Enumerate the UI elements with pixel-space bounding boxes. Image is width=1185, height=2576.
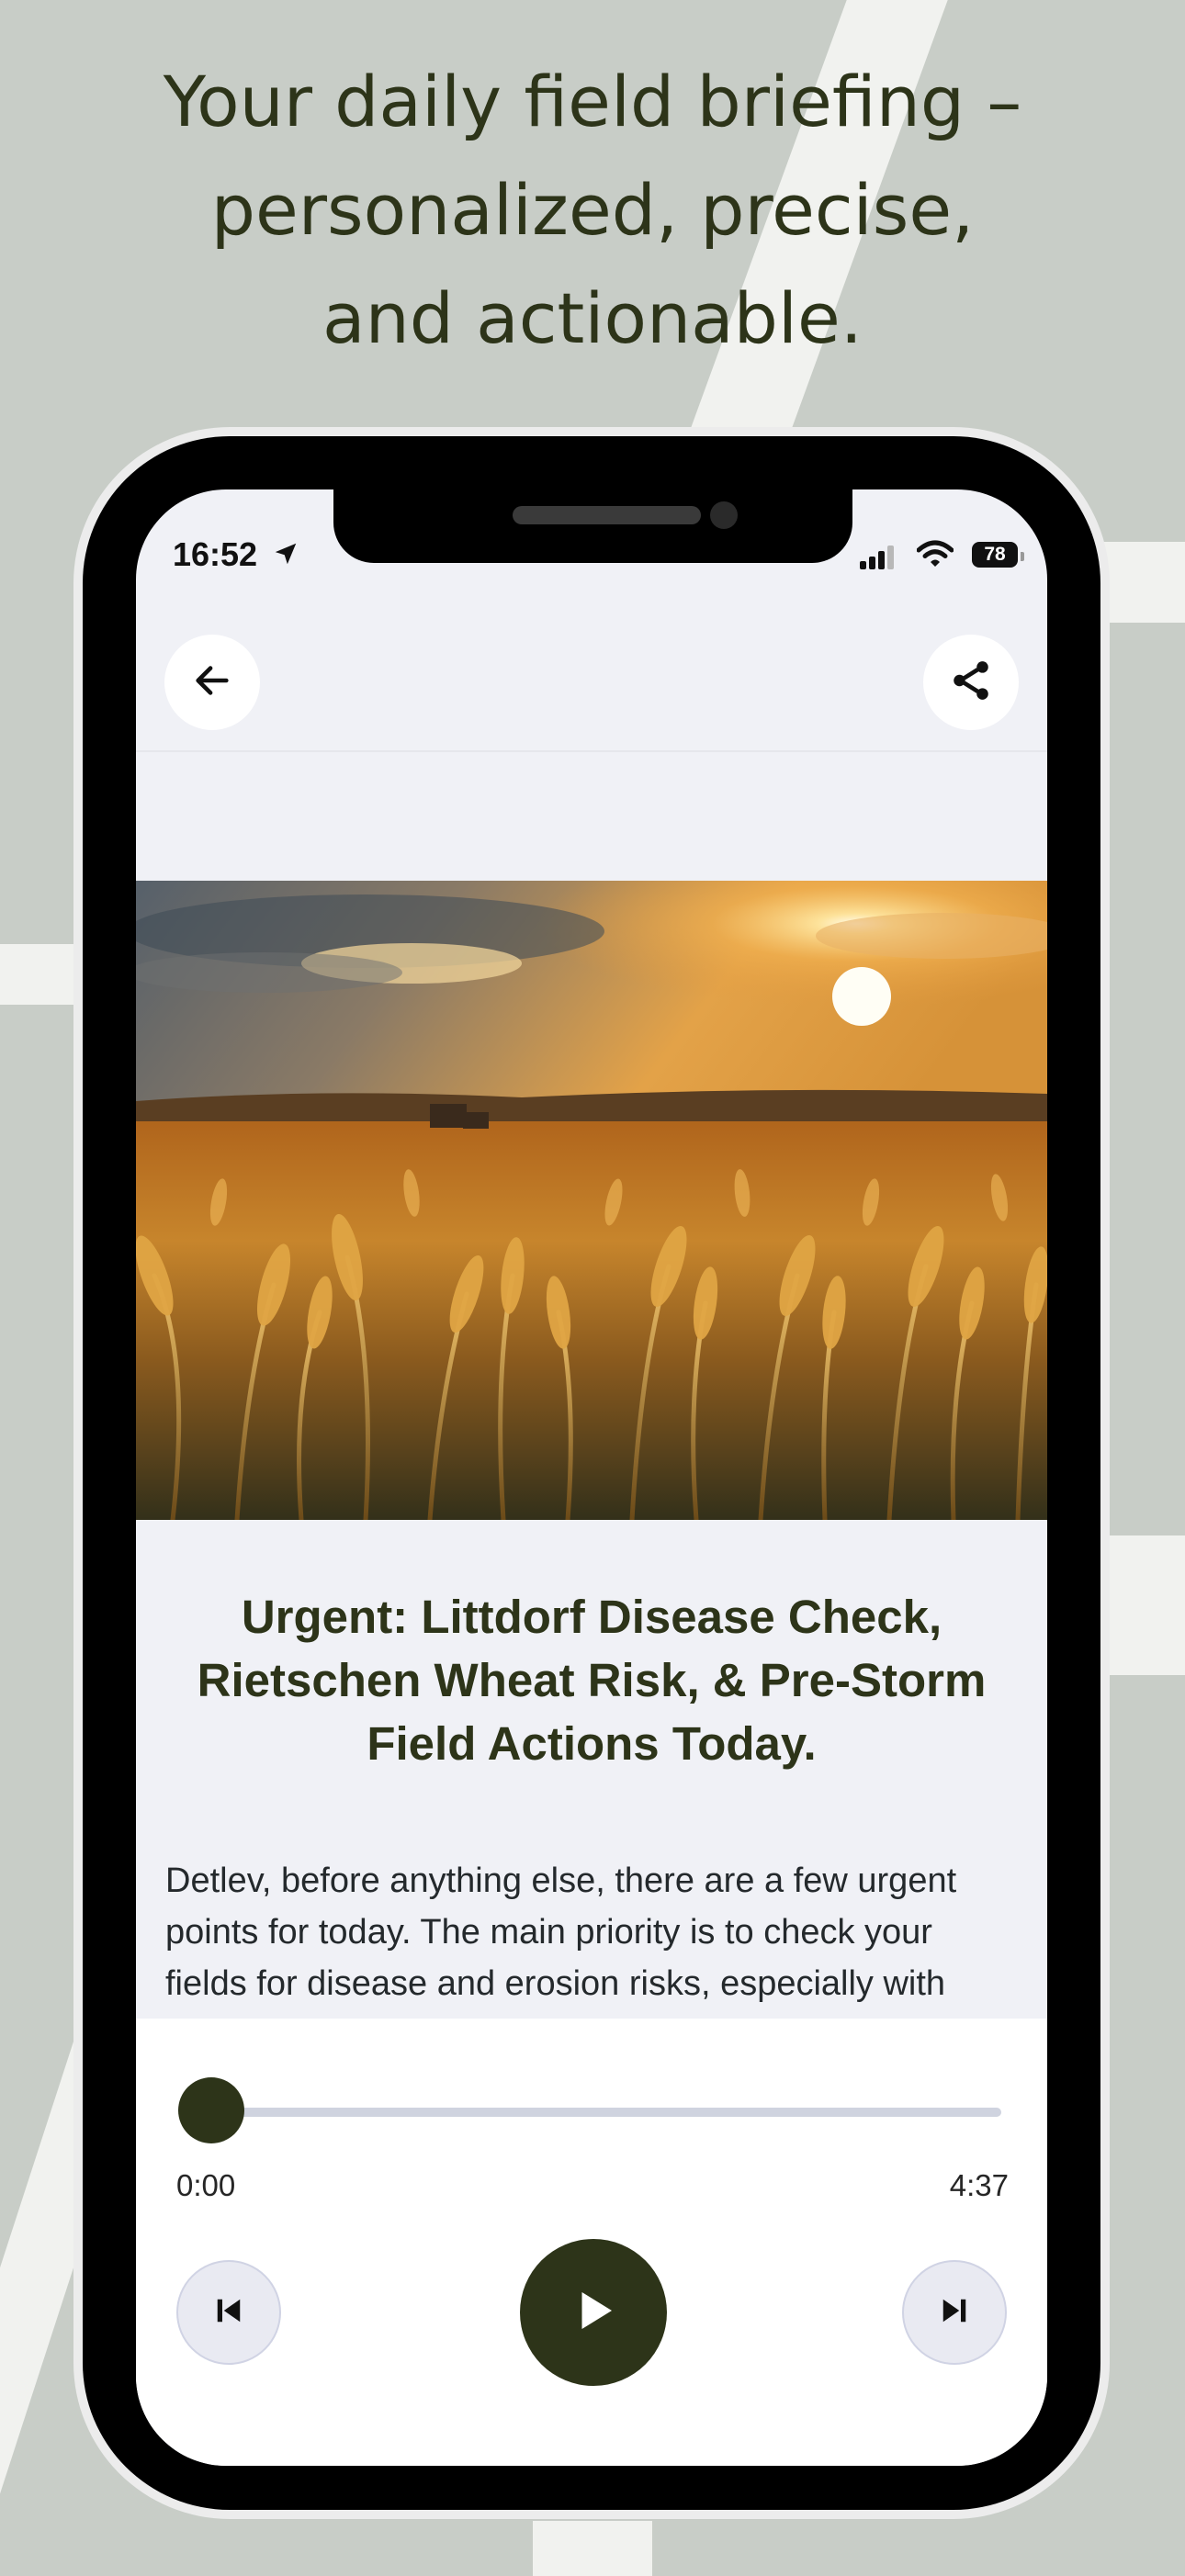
total-time: 4:37 [949, 2168, 1009, 2202]
skip-next-button[interactable] [902, 2260, 1007, 2365]
background-stripe [0, 944, 73, 1005]
background-stripe [533, 2521, 652, 2576]
background-stripe [1102, 1535, 1185, 1675]
hero-image-wheat-field-sunset [136, 881, 1047, 1520]
article-title: Urgent: Littdorf Disease Check, Rietsche… [197, 1591, 987, 1770]
audio-player: 0:00 4:37 [136, 2019, 1047, 2466]
phone-notch [333, 489, 852, 563]
wifi-icon [916, 540, 954, 572]
elapsed-time: 0:00 [176, 2168, 236, 2202]
skip-previous-button[interactable] [176, 2260, 281, 2365]
headline-line: Your daily field briefing – [163, 61, 1022, 142]
share-icon [948, 658, 994, 708]
phone-screen: 16:52 78 Urgent: Littdorf Disease Check,… [136, 489, 1047, 2466]
cellular-signal-icon [860, 540, 900, 569]
battery-level: 78 [984, 544, 1006, 565]
skip-next-icon [935, 2291, 974, 2334]
play-button[interactable] [520, 2239, 667, 2386]
location-arrow-icon [272, 537, 299, 576]
header-divider [136, 750, 1047, 752]
play-icon [566, 2283, 621, 2343]
background-stripe [1102, 542, 1185, 623]
status-time-text: 16:52 [173, 535, 258, 573]
progress-track[interactable] [209, 2108, 1001, 2117]
headline-line: and actionable. [322, 277, 863, 359]
status-bar-time: 16:52 [173, 535, 299, 576]
arrow-left-icon [191, 659, 233, 706]
front-camera [710, 501, 738, 529]
headline-line: personalized, precise, [210, 169, 975, 251]
progress-thumb[interactable] [178, 2077, 244, 2143]
speaker-grille [513, 506, 701, 524]
battery-icon: 78 [972, 542, 1024, 568]
article-body: Detlev, before anything else, there are … [165, 1862, 957, 2003]
back-button[interactable] [164, 635, 260, 730]
skip-previous-icon [209, 2291, 248, 2334]
status-bar-right: 78 [860, 540, 1024, 572]
share-button[interactable] [923, 635, 1019, 730]
marketing-headline: Your daily field briefing – personalized… [0, 48, 1185, 373]
